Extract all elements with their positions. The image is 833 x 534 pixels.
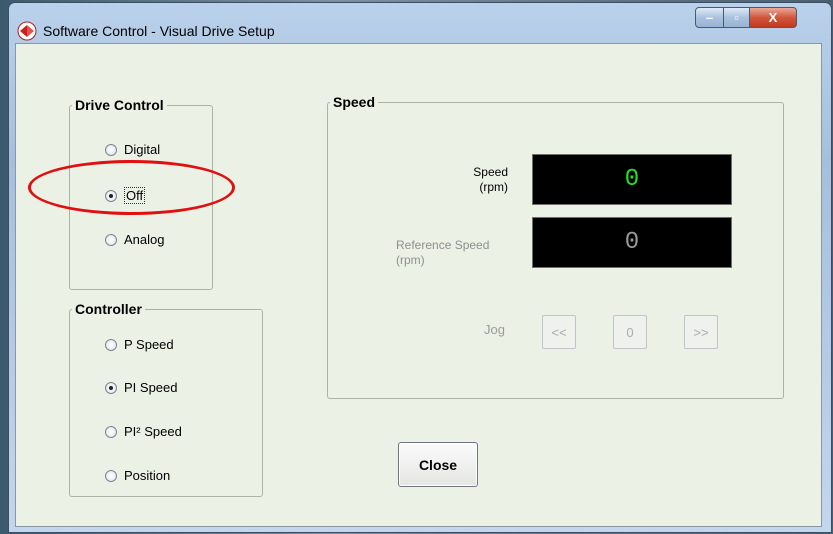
dialog-window: Software Control - Visual Drive Setup – … <box>8 2 832 533</box>
window-close-button[interactable]: X <box>749 7 797 28</box>
window-title: Software Control - Visual Drive Setup <box>43 23 275 39</box>
app-logo-icon <box>17 21 37 41</box>
speed-readout: 0 <box>532 154 732 205</box>
radio-digital-label: Digital <box>124 142 161 157</box>
radio-position[interactable]: Position <box>105 468 170 483</box>
radio-analog-indicator <box>105 233 117 246</box>
minimize-icon: – <box>705 10 714 25</box>
jog-zero-label: 0 <box>626 324 634 340</box>
title-bar[interactable]: Software Control - Visual Drive Setup – … <box>9 3 831 43</box>
radio-analog[interactable]: Analog <box>105 232 164 247</box>
speed-group: Speed Speed (rpm) 0 Reference Speed (rpm… <box>327 94 784 399</box>
jog-back-icon: << <box>551 324 567 340</box>
radio-pi2-speed-label: PI² Speed <box>124 424 182 439</box>
dialog-client-area: Drive Control Digital Off Analog Control… <box>15 43 822 527</box>
close-icon: X <box>768 10 778 25</box>
radio-pi-speed-indicator <box>105 381 117 394</box>
maximize-button[interactable]: ▫ <box>723 7 750 28</box>
speed-label: Speed (rpm) <box>436 165 508 195</box>
controller-legend: Controller <box>72 301 145 317</box>
minimize-button[interactable]: – <box>695 7 724 28</box>
radio-digital[interactable]: Digital <box>105 142 160 157</box>
reference-speed-label: Reference Speed (rpm) <box>396 238 526 268</box>
speed-legend: Speed <box>330 94 379 110</box>
jog-forward-icon: >> <box>693 324 709 340</box>
radio-analog-label: Analog <box>124 232 165 247</box>
radio-p-speed-indicator <box>105 338 117 351</box>
maximize-icon: ▫ <box>734 10 739 25</box>
radio-digital-indicator <box>105 143 117 156</box>
radio-p-speed[interactable]: P Speed <box>105 337 174 352</box>
radio-pi2-speed-indicator <box>105 425 117 438</box>
reference-speed-label-text: Reference Speed <box>396 238 490 252</box>
jog-label: Jog <box>484 322 505 337</box>
speed-readout-value: 0 <box>624 166 640 193</box>
reference-speed-value: 0 <box>624 229 640 256</box>
radio-pi-speed[interactable]: PI Speed <box>105 380 178 395</box>
speed-label-text: Speed <box>473 165 508 179</box>
reference-speed-label-unit: (rpm) <box>396 253 425 267</box>
jog-back-button[interactable]: << <box>542 315 576 349</box>
radio-p-speed-label: P Speed <box>124 337 174 352</box>
highlight-ellipse-annotation <box>28 160 235 215</box>
radio-pi2-speed[interactable]: PI² Speed <box>105 424 182 439</box>
jog-zero-button[interactable]: 0 <box>613 315 647 349</box>
controller-group: Controller P Speed PI Speed PI² Speed Po… <box>69 301 263 497</box>
reference-speed-readout: 0 <box>532 217 732 268</box>
close-button[interactable]: Close <box>398 442 478 487</box>
speed-label-unit: (rpm) <box>479 180 508 194</box>
drive-control-legend: Drive Control <box>72 97 167 113</box>
radio-pi-speed-label: PI Speed <box>124 380 178 395</box>
close-button-label: Close <box>418 456 458 473</box>
radio-position-indicator <box>105 469 117 482</box>
jog-forward-button[interactable]: >> <box>684 315 718 349</box>
radio-position-label: Position <box>124 468 171 483</box>
